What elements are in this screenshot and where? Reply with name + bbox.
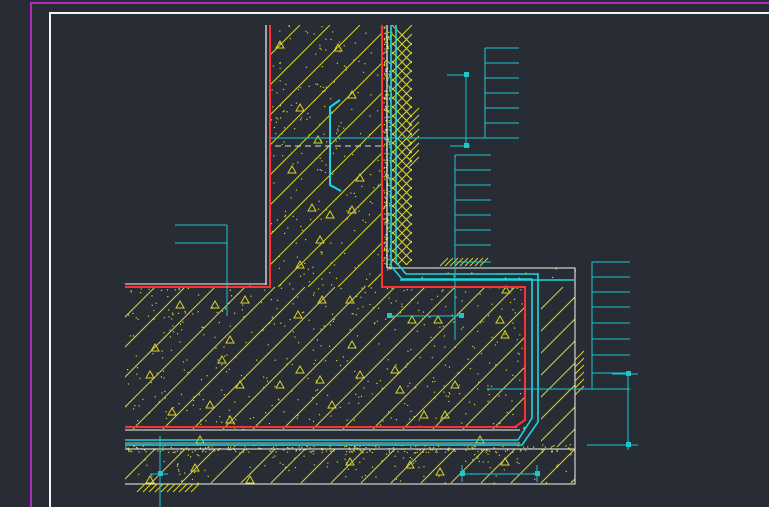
hatch-line [125,287,156,318]
insulation-crosshatch [392,25,412,265]
hatch-line [270,25,271,26]
hatch-line [125,449,156,480]
hatch-line [390,449,426,483]
hatch-line [300,449,336,483]
concrete-hatch [270,25,660,287]
hatch-line [270,122,382,236]
detail-drawing-canvas[interactable] [0,0,769,507]
hatch-line [125,449,126,450]
hatch-line [282,287,426,429]
hatch-line [270,449,306,483]
hatch-line [132,287,276,429]
hatch-line [372,287,516,429]
hatch-line [522,426,525,429]
hatch-line [222,287,366,429]
hatch-line [510,449,546,483]
hatch-line [541,406,575,442]
cad-drawing-viewport[interactable] [0,0,769,507]
hatch-line [342,287,486,429]
hatch-line [541,287,564,310]
hatch-line [541,362,575,398]
hatch-line [541,318,575,354]
wall-outline [265,25,388,285]
hatch-line [240,449,276,483]
hatch-line [360,449,396,483]
hatch-line [270,25,331,86]
hatch-line [579,287,739,447]
hatch-line [330,449,366,483]
hatch-line [270,25,361,116]
hatch-line [432,336,525,429]
hatch-line [337,242,382,287]
hatch-line [450,449,486,483]
hatch-line [540,449,575,483]
hatch-line [480,449,516,483]
hatch-line [270,62,382,176]
earth-hatch [136,107,585,493]
hatch-line [150,449,186,483]
hatch-line [270,25,301,56]
hatch-line [398,25,660,287]
hatch-line [210,449,246,483]
hatch-line [307,212,382,287]
hatch-line [125,287,126,288]
hatch-line [125,287,186,348]
concrete-hatch [125,449,575,483]
hatch-line [570,478,575,483]
hatch-line [402,306,525,429]
hatch-line [125,287,216,378]
waterproof-layer [125,25,574,446]
hatch-line [270,152,382,266]
hatch-line [420,449,456,483]
hatch-line [270,32,382,146]
hatch-line [556,428,575,447]
